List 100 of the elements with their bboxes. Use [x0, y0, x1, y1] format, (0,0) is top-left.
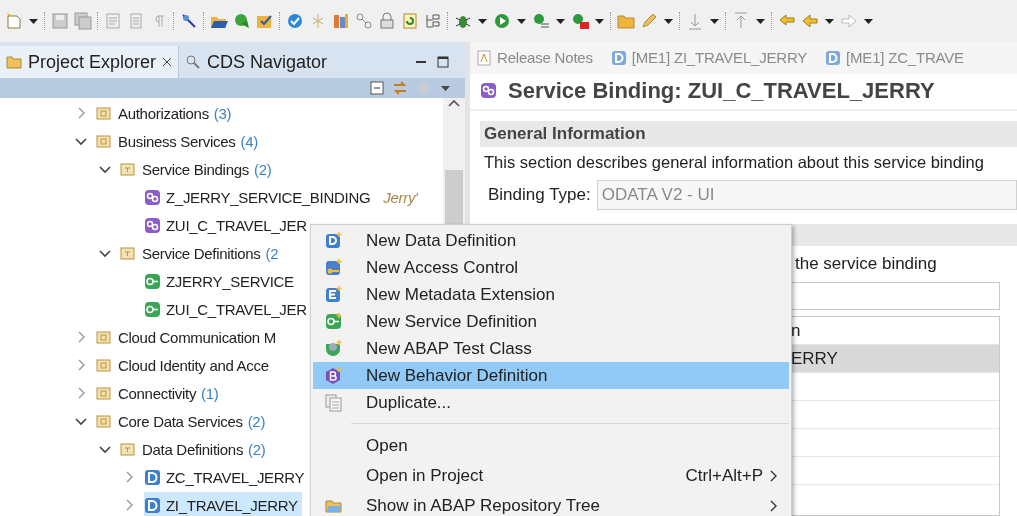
shortcut-text: Ctrl+Alt+P	[685, 466, 763, 486]
new-file-icon[interactable]	[5, 12, 23, 30]
tree-item[interactable]: Connectivity (1)	[96, 380, 223, 406]
menu-item[interactable]: Show in ABAP Repository Tree	[313, 491, 789, 516]
tree-item[interactable]: Data Definitions (2)	[120, 436, 270, 462]
tree-item[interactable]: ZUI_C_TRAVEL_JER	[144, 212, 311, 238]
package-folder-icon	[96, 384, 113, 402]
shield-plus-icon	[325, 339, 343, 358]
caret-icon[interactable]	[516, 16, 527, 26]
open-folder-icon	[325, 497, 343, 515]
folder-icon[interactable]	[617, 12, 635, 30]
document-plus-icon	[325, 231, 343, 250]
package-folder-icon	[96, 132, 113, 150]
menu-item-label: New Service Definition	[366, 311, 537, 332]
tree-item[interactable]: Service Bindings (2)	[120, 156, 276, 182]
down-arrow-icon[interactable]	[686, 12, 704, 30]
menu-item[interactable]: New Behavior Definition	[313, 362, 789, 389]
menu-item[interactable]: New Service Definition	[313, 308, 789, 335]
menu-item-label: New Behavior Definition	[366, 365, 548, 386]
notes-icon	[476, 49, 492, 66]
tree-item[interactable]: ZC_TRAVEL_JERRY	[144, 464, 309, 490]
link-editor-icon[interactable]	[392, 81, 408, 95]
caret-icon[interactable]	[824, 16, 835, 26]
menu-item[interactable]: Open	[313, 431, 789, 461]
folder-icon	[6, 54, 22, 70]
save-all-icon[interactable]	[74, 12, 92, 30]
menu-item-label: Open	[366, 436, 408, 456]
caret-icon[interactable]	[555, 16, 566, 26]
collapse-all-icon[interactable]	[370, 81, 384, 95]
view-menu-icon[interactable]	[440, 83, 451, 93]
tree-item-label: Data Definitions	[142, 440, 244, 458]
item-count: (2)	[247, 412, 266, 430]
menu-item[interactable]: New Access Control	[313, 254, 789, 281]
tree-item[interactable]: Cloud Identity and Acce	[96, 352, 273, 378]
caret-icon[interactable]	[863, 16, 874, 26]
menu-item[interactable]: New ABAP Test Class	[313, 335, 789, 362]
pencil-icon[interactable]	[640, 12, 658, 30]
search-icon	[185, 54, 202, 70]
stack-icon[interactable]	[332, 12, 350, 30]
item-count: (1)	[201, 384, 219, 402]
caret-icon[interactable]	[477, 16, 488, 26]
document-badge-icon	[610, 49, 627, 66]
run-config-icon[interactable]	[532, 12, 550, 30]
caret-icon[interactable]	[709, 16, 720, 26]
lock-icon[interactable]	[378, 12, 396, 30]
document-badge-icon	[144, 468, 161, 486]
maximize-icon[interactable]	[437, 56, 449, 68]
service-badge-icon	[144, 272, 161, 290]
tree-item[interactable]: Authorizations (3)	[96, 100, 236, 126]
panel-tab[interactable]: CDS Navigator	[179, 46, 334, 78]
run-icon[interactable]	[493, 12, 511, 30]
tree-item-label: Connectivity	[118, 384, 197, 402]
tree-item[interactable]: ZJERRY_SERVICE	[144, 268, 298, 294]
up-arrow-icon[interactable]	[732, 12, 750, 30]
stop-icon[interactable]	[571, 12, 589, 30]
folder-icon	[120, 160, 137, 178]
section-description: This section describes general information about this service binding	[484, 153, 985, 172]
menu-item[interactable]: Open in Project Ctrl+Alt+P	[313, 461, 789, 491]
menu-item-label: Duplicate...	[366, 392, 452, 413]
section-title: General Information	[484, 124, 646, 144]
tree-item[interactable]: Service Definitions (2	[120, 240, 283, 266]
tree-item[interactable]: Business Services (4)	[96, 128, 262, 154]
tree-item-label: ZI_TRAVEL_JERRY	[166, 496, 298, 514]
caret-icon[interactable]	[755, 16, 766, 26]
caret-icon[interactable]	[663, 16, 674, 26]
tree-item-label: Cloud Identity and Acce	[118, 356, 269, 374]
caret-icon[interactable]	[28, 16, 39, 26]
scroll-up-icon[interactable]	[447, 98, 461, 108]
menu-item[interactable]: New Data Definition	[313, 227, 789, 254]
item-count: (2)	[253, 160, 272, 178]
copy-icon	[325, 393, 343, 412]
refresh-icon[interactable]	[401, 12, 419, 30]
section-description: the service binding	[795, 254, 938, 274]
tree-icon[interactable]	[424, 12, 442, 30]
tree-item[interactable]: Cloud Communication M	[96, 324, 280, 350]
pin-icon[interactable]	[180, 12, 198, 30]
folder-icon	[120, 440, 137, 458]
tree-item[interactable]: ZUI_C_TRAVEL_JER	[144, 296, 311, 322]
tree-item-label: Cloud Communication M	[118, 328, 276, 346]
link-badge-icon	[144, 216, 161, 234]
package-folder-icon	[96, 412, 113, 430]
item-count: (2)	[248, 440, 266, 458]
tree-item-label: Service Definitions	[142, 244, 261, 262]
panel-tab[interactable]: Project Explorer	[0, 46, 180, 78]
tree-item-label: ZC_TRAVEL_JERRY	[166, 468, 305, 486]
item-description: Jerry'	[383, 188, 418, 206]
menu-item-label: Open in Project	[366, 466, 484, 486]
back-icon[interactable]	[801, 12, 819, 30]
caret-icon[interactable]	[594, 16, 605, 26]
menu-item[interactable]: New Metadata Extension	[313, 281, 789, 308]
check-circle-icon[interactable]	[286, 12, 304, 30]
service-plus-icon	[325, 312, 343, 331]
document-plus-icon	[325, 285, 343, 304]
package-folder-icon	[96, 104, 113, 122]
close-icon[interactable]	[162, 57, 173, 67]
link-icon[interactable]	[355, 12, 373, 30]
menu-item[interactable]: Duplicate...	[313, 389, 789, 416]
tree-item[interactable]: ZI_TRAVEL_JERRY	[144, 492, 302, 516]
tree-item[interactable]: Core Data Services (2)	[96, 408, 270, 434]
tree-item[interactable]: Z_JERRY_SERVICE_BINDING Jerry'	[144, 184, 422, 210]
